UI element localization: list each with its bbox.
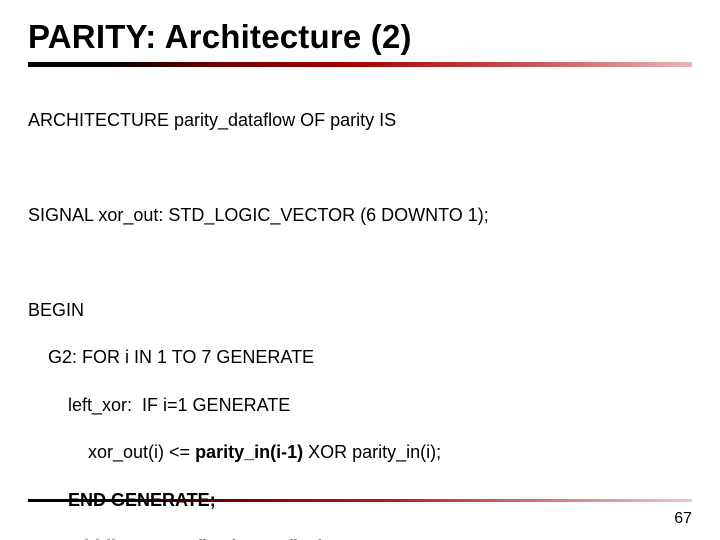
code-line: left_xor: IF i=1 GENERATE (28, 394, 692, 418)
code-line: SIGNAL xor_out: STD_LOGIC_VECTOR (6 DOWN… (28, 204, 692, 228)
code-line: G2: FOR i IN 1 TO 7 GENERATE (28, 346, 692, 370)
code-line: BEGIN (28, 299, 692, 323)
code-blank (28, 251, 692, 275)
code-blank (28, 156, 692, 180)
slide: PARITY: Architecture (2) ARCHITECTURE pa… (0, 0, 720, 540)
bold-span: parity_in(i-1) (195, 442, 303, 462)
slide-title: PARITY: Architecture (2) (28, 18, 692, 56)
code-block: ARCHITECTURE parity_dataflow OF parity I… (28, 85, 692, 540)
code-line: middle_xor: IF (i >1) AND (i<7) GENERATE (28, 536, 692, 540)
page-number: 67 (674, 510, 692, 528)
code-line: ARCHITECTURE parity_dataflow OF parity I… (28, 109, 692, 133)
footer-rule (28, 499, 692, 502)
title-rule (28, 62, 692, 67)
code-line: xor_out(i) <= parity_in(i-1) XOR parity_… (28, 441, 692, 465)
